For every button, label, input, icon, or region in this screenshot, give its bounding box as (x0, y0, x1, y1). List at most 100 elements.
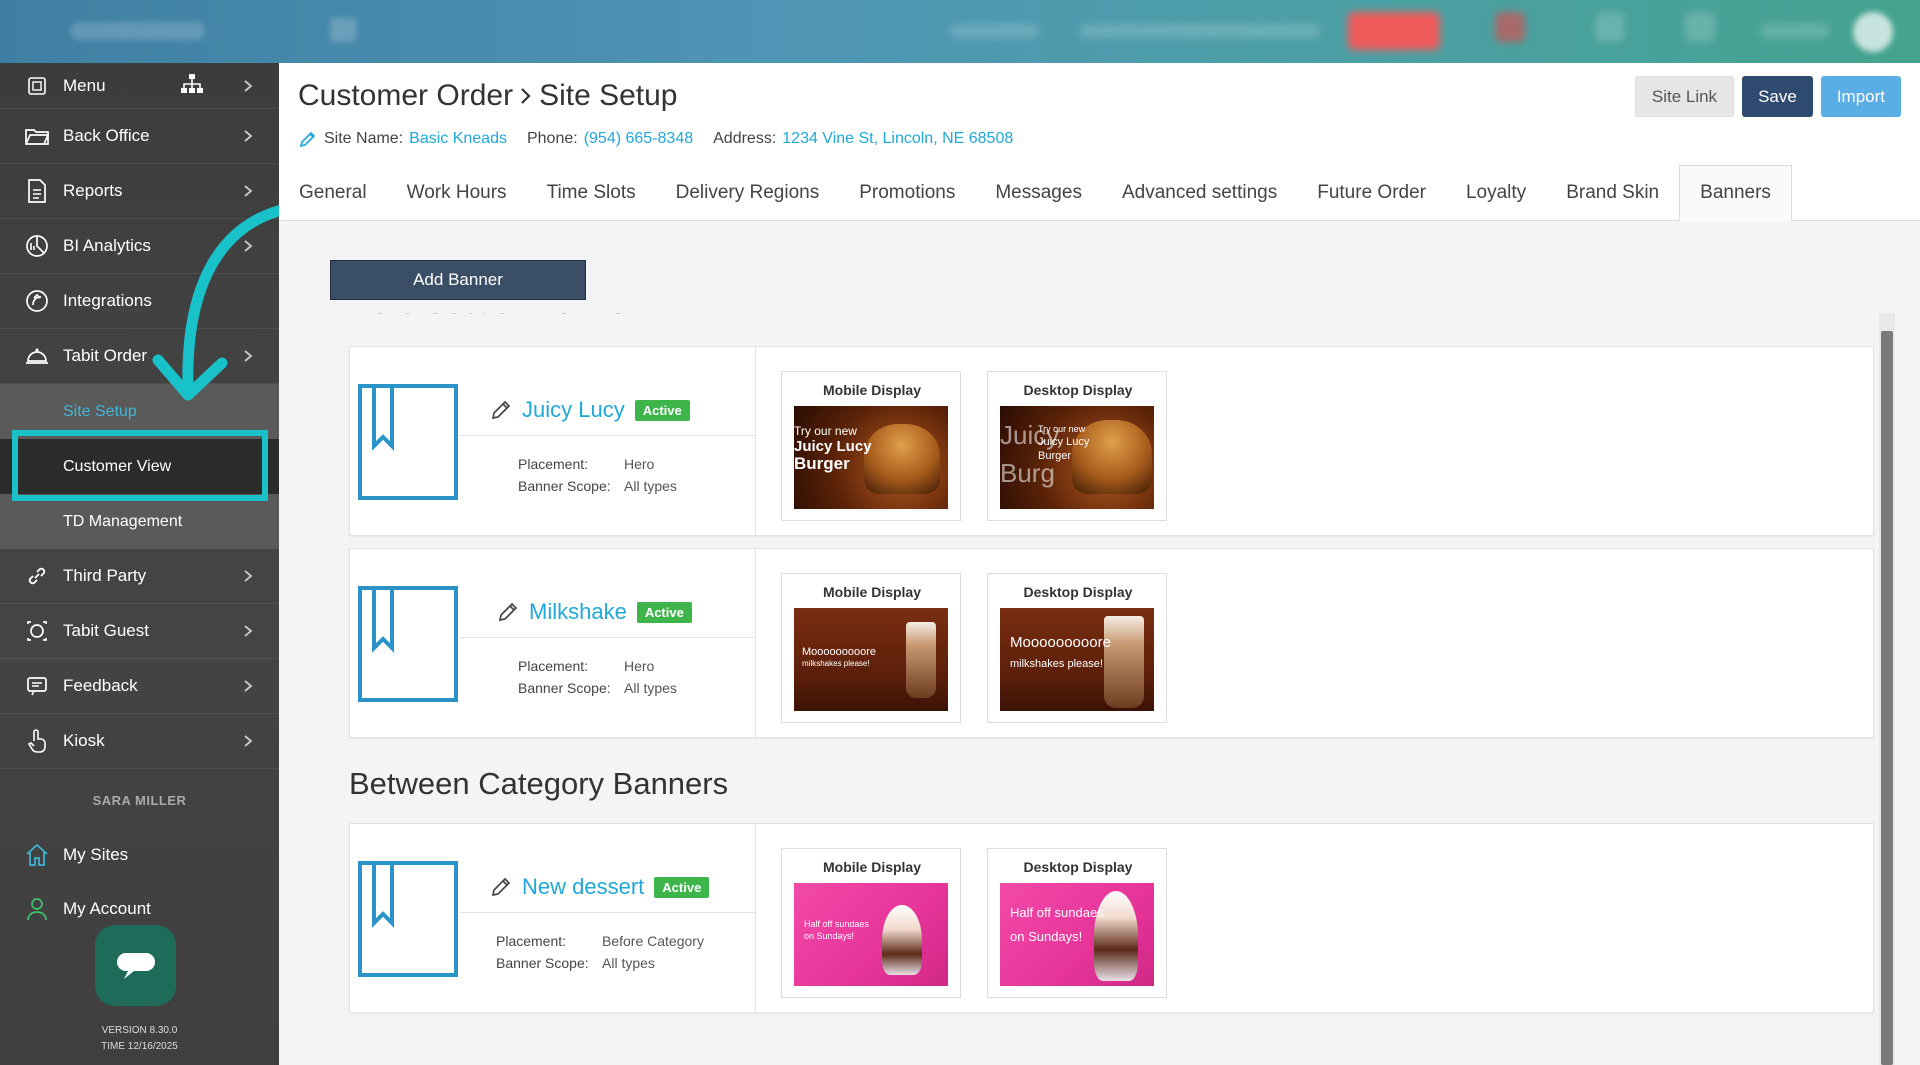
top-bar-text (1760, 24, 1830, 38)
banner-card: New dessert Active Placement: Before Cate… (349, 823, 1874, 1014)
tab-future-order[interactable]: Future Order (1297, 165, 1446, 221)
sitemap-icon[interactable] (180, 73, 204, 100)
chevron-right-icon (521, 88, 531, 104)
tab-work-hours[interactable]: Work Hours (387, 165, 527, 221)
sidebar-item-label: Third Party (63, 566, 147, 585)
edit-pencil-icon[interactable] (490, 399, 512, 421)
image-text: Mooooooooore (802, 646, 877, 658)
version-text: VERSION 8.30.0 (101, 1025, 178, 1036)
sidebar-item-menu[interactable]: Menu (0, 63, 279, 109)
folder-icon (24, 123, 50, 149)
sundae-image (882, 905, 922, 975)
notification-icon[interactable] (1495, 12, 1525, 42)
tab-loyalty[interactable]: Loyalty (1446, 165, 1546, 221)
phone-value[interactable]: (954) 665-8348 (584, 130, 693, 148)
address-value[interactable]: 1234 Vine St, Lincoln, NE 68508 (782, 130, 1013, 148)
integrations-icon (24, 288, 50, 314)
mobile-display-card[interactable]: Mobile Display Try our new Juicy Lucy Bu… (781, 371, 961, 521)
edit-pencil-icon[interactable] (497, 601, 519, 623)
image-text: Try our new (794, 424, 857, 438)
banner-name-link[interactable]: New dessert (522, 874, 644, 900)
sidebar-item-my-sites[interactable]: My Sites (0, 827, 279, 882)
breadcrumb-current: Site Setup (539, 79, 678, 112)
desktop-display-title: Desktop Display (1023, 859, 1133, 875)
hand-pointer-icon (24, 728, 50, 754)
divider (460, 637, 756, 638)
scope-label: Banner Scope: (518, 478, 611, 494)
top-bar-text (1080, 24, 1320, 38)
banner-info: Milkshake Active Placement: Hero Banner S… (460, 549, 756, 739)
desktop-display-card[interactable]: Desktop Display Mooooooooore milkshakes … (987, 573, 1167, 723)
sidebar-item-tabit-guest[interactable]: Tabit Guest (0, 604, 279, 659)
site-link-button[interactable]: Site Link (1634, 76, 1735, 117)
desktop-display-card[interactable]: Desktop Display Juicy Try our new Juicy … (987, 371, 1167, 521)
top-bar-icon[interactable] (1685, 12, 1715, 42)
placement-label: Placement: (496, 933, 567, 949)
scope-value: All types (624, 478, 677, 494)
tab-time-slots[interactable]: Time Slots (527, 165, 656, 221)
chat-icon (116, 952, 155, 979)
mobile-display-card[interactable]: Mobile Display Half off sundaes on Sunda… (781, 848, 961, 998)
save-button[interactable]: Save (1742, 76, 1813, 117)
sidebar-item-back-office[interactable]: Back Office (0, 109, 279, 164)
sidebar-item-third-party[interactable]: Third Party (0, 549, 279, 604)
import-button[interactable]: Import (1820, 76, 1901, 117)
add-banner-button[interactable]: Add Banner (330, 260, 586, 300)
banners-content: Add Banner Hero Section Banner Juicy Luc… (279, 221, 1920, 1065)
site-info-row: Site Name: Basic Kneads Phone: (954) 665… (298, 129, 1033, 149)
sidebar-item-label: Integrations (63, 291, 152, 310)
top-bar (0, 0, 1920, 63)
scope-label: Banner Scope: (496, 955, 589, 971)
image-text: Juicy Lucy (1038, 436, 1090, 448)
tab-delivery-regions[interactable]: Delivery Regions (656, 165, 840, 221)
top-bar-icon[interactable] (1595, 12, 1625, 42)
site-name-value[interactable]: Basic Kneads (409, 130, 507, 148)
status-badge: Active (634, 399, 690, 421)
avatar[interactable] (1853, 12, 1893, 52)
banner-name-link[interactable]: Milkshake (529, 599, 627, 625)
mobile-display-card[interactable]: Mobile Display Mooooooooore milkshakes p… (781, 573, 961, 723)
hamburger-icon[interactable] (330, 18, 356, 42)
edit-pencil-icon[interactable] (298, 129, 318, 149)
sidebar-item-kiosk[interactable]: Kiosk (0, 714, 279, 769)
desktop-display-card[interactable]: Desktop Display Half off sundaes on Sund… (987, 848, 1167, 998)
banner-image-milkshake: Mooooooooore milkshakes please! (1000, 608, 1154, 711)
tab-brand-skin[interactable]: Brand Skin (1546, 165, 1679, 221)
scrollbar-thumb[interactable] (1881, 331, 1893, 1065)
status-badge: Active (654, 876, 710, 898)
chat-support-button[interactable] (95, 925, 176, 1006)
edit-pencil-icon[interactable] (490, 876, 512, 898)
time-text: TIME 12/16/2025 (101, 1041, 178, 1052)
bookmark-placeholder-icon (358, 861, 458, 977)
version-info: VERSION 8.30.0 TIME 12/16/2025 (0, 1023, 279, 1055)
tab-advanced-settings[interactable]: Advanced settings (1102, 165, 1297, 221)
sidebar-subitem-label: TD Management (63, 512, 183, 530)
banner-image-sundae: Half off sundaes on Sundays! (1000, 883, 1154, 986)
tab-promotions[interactable]: Promotions (839, 165, 975, 221)
tab-banners[interactable]: Banners (1679, 165, 1792, 221)
banner-meta: Placement: Hero Banner Scope: All types (518, 655, 677, 699)
banner-name-link[interactable]: Juicy Lucy (522, 397, 625, 423)
mobile-display-title: Mobile Display (822, 584, 922, 600)
divider (460, 435, 756, 436)
top-bar-alert-button[interactable] (1348, 12, 1440, 50)
chevron-right-icon (244, 130, 253, 142)
between-category-section-title: Between Category Banners (349, 766, 729, 801)
breadcrumb-parent[interactable]: Customer Order (298, 79, 513, 113)
sidebar-item-label: Menu (63, 75, 106, 95)
banner-image-milkshake: Mooooooooore milkshakes please! (794, 608, 948, 711)
sidebar-item-label: Reports (63, 181, 123, 200)
menu-book-icon (24, 73, 50, 99)
banners-scroll-region[interactable]: Hero Section Banner Juicy Lucy Active Pl… (306, 313, 1908, 1065)
sidebar-item-label: Tabit Order (63, 346, 148, 365)
banner-image-burger: Juicy Try our new Juicy Lucy Burger Burg (1000, 406, 1154, 509)
report-icon (24, 178, 50, 204)
app-logo (70, 22, 205, 40)
tab-messages[interactable]: Messages (975, 165, 1102, 221)
scope-value: All types (602, 955, 655, 971)
sidebar-item-feedback[interactable]: Feedback (0, 659, 279, 714)
desktop-display-title: Desktop Display (1023, 584, 1133, 600)
tab-general[interactable]: General (279, 165, 387, 221)
phone-label: Phone: (526, 130, 578, 147)
sidebar-subitem-td-management[interactable]: TD Management (0, 494, 279, 549)
